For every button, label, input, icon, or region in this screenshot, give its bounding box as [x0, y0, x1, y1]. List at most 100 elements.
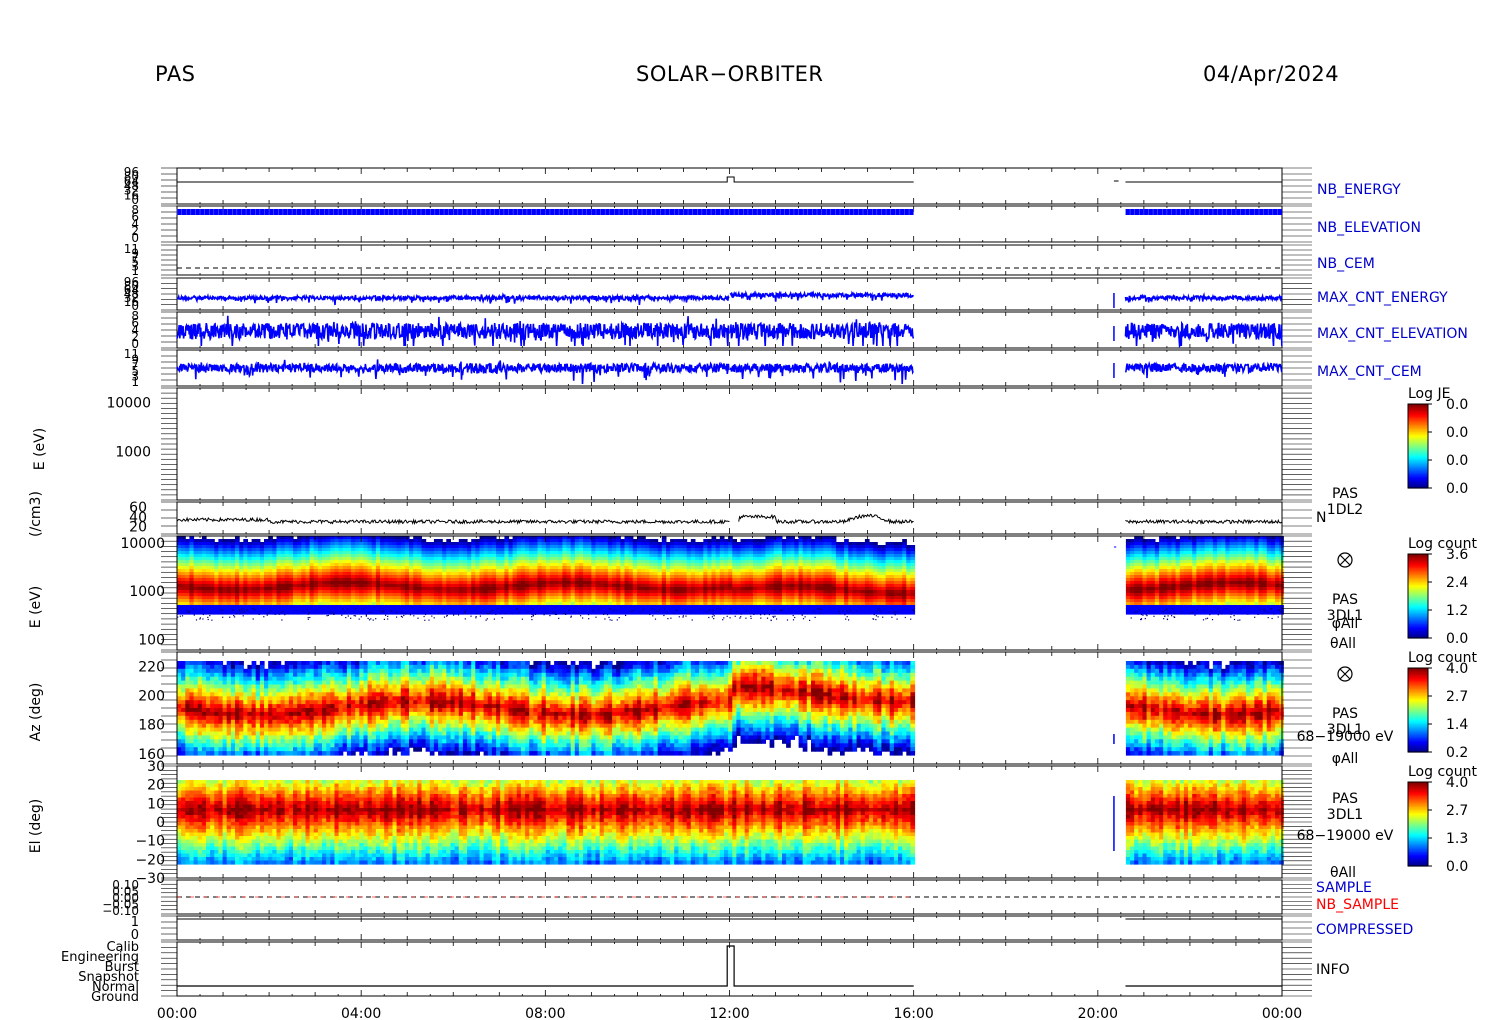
energy-spectrogram-cell: [214, 611, 219, 615]
energy-spectrogram-cells: [177, 536, 1284, 615]
energy-spectrogram-cell: [703, 611, 708, 615]
energy-spectrogram-cell: [355, 611, 360, 615]
max-cnt-cem-trace: [176, 359, 730, 385]
energy-spectrogram-cell: [736, 611, 742, 615]
max-cnt-cem-trace: [1124, 360, 1283, 379]
energy-spectrogram-cell: [612, 611, 617, 615]
density-tick-label: 20: [129, 520, 147, 536]
density-ylabel: (/cm3): [28, 491, 44, 537]
energy-spectrogram-cell: [313, 611, 319, 615]
energy-spectrogram-cell: [346, 611, 352, 615]
energy-spectrogram-cell: [777, 611, 783, 615]
energy-spectrogram-cell: [620, 611, 626, 615]
energy-spectrogram-cell: [201, 611, 207, 615]
max-cnt-cem-tick-label: 1: [131, 375, 139, 389]
energy-spectrogram-cell: [641, 611, 646, 615]
energy-spectrogram-cell: [653, 611, 659, 615]
energy-spectrogram-cell: [247, 611, 253, 615]
energy-spectrogram-cell: [284, 611, 290, 615]
energy-spectrogram-cell: [226, 611, 232, 615]
energy-spectrogram-cell: [707, 611, 713, 615]
energy-spectrogram-cell: [479, 611, 485, 615]
energy-spectrogram-cell: [583, 611, 588, 615]
energy-spectrogram-cell: [297, 611, 302, 615]
energy-spectrogram-cell: [578, 611, 584, 615]
energy-spectrogram-cell: [570, 611, 576, 615]
energy-spectrogram-cell: [645, 611, 650, 615]
energy-spectrogram-cell: [467, 611, 472, 615]
energy-spectrogram-cell: [661, 611, 667, 615]
energy-spectrogram-cell: [446, 611, 451, 615]
energy-spectrogram-cell: [512, 611, 518, 615]
energy-spectrogram-cell: [711, 611, 717, 615]
energy-spectrogram-cell: [674, 611, 679, 615]
energy-spectrogram-cell: [587, 611, 592, 615]
energy-spectrogram-cell: [520, 611, 526, 615]
energy-spectrogram-cell: [678, 611, 684, 615]
energy-spectrogram-cell: [458, 611, 464, 615]
energy-spectrogram-cell: [442, 611, 447, 615]
energy-spectrogram-cell: [595, 611, 601, 615]
energy-spectrogram-cell: [525, 611, 530, 615]
energy-spectrogram-cell: [454, 611, 460, 615]
summary-plot: PAS SOLAR−ORBITER 04/Apr/2024 96 80 64 48 32…: [0, 0, 1512, 1020]
max-cnt-energy-label: MAX_CNT_ENERGY: [1317, 290, 1448, 306]
max-cnt-elevation-trace: [1124, 320, 1283, 349]
energy-spectrogram-cell: [177, 611, 182, 615]
energy-spectrogram-cell: [624, 611, 630, 615]
energy-spectrogram-cell: [744, 611, 750, 615]
energy-spectrogram-cell: [197, 611, 203, 615]
max-cnt-elevation-trace: [729, 319, 915, 347]
max-cnt-energy-trace: [176, 292, 730, 306]
energy-spectrogram-cell: [769, 611, 775, 615]
energy-spectrogram-cell: [695, 611, 700, 615]
energy-spectrogram-cell: [251, 611, 257, 615]
energy-spectrogram-cell: [537, 611, 543, 615]
energy-spectrogram-cell: [699, 611, 704, 615]
energy-spectrogram-cell: [632, 611, 638, 615]
energy-spectrogram-cell: [375, 611, 381, 615]
nb-energy-panel: 9680644832160NB_ENERGY: [124, 165, 1401, 207]
je-panel: [161, 387, 1312, 501]
energy-spectrogram-cell: [181, 611, 186, 615]
energy-spectrogram-cell: [222, 611, 228, 615]
energy-spectrogram-cell: [288, 611, 294, 615]
max-cnt-energy-trace: [1124, 292, 1283, 303]
je-tick-label: 10000: [106, 396, 151, 412]
energy-spectrogram-cell: [591, 611, 597, 615]
energy-spectrogram-cell: [317, 611, 323, 615]
energy-spectrogram-cell: [637, 611, 642, 615]
max-cnt-cem-trace: [729, 361, 914, 385]
energy-spectrogram-cell: [413, 611, 418, 615]
energy-spectrogram-cell: [293, 611, 298, 615]
energy-spectrogram-cell: [334, 611, 340, 615]
density-side-label-2: 1DL2: [1327, 502, 1363, 518]
density-side-label-3: N: [1316, 510, 1326, 526]
nb-energy-label: NB_ENERGY: [1317, 182, 1401, 198]
energy-spectrogram-cell: [566, 611, 572, 615]
density-trace: [1125, 518, 1283, 525]
energy-spectrogram-cell: [719, 611, 725, 615]
max-cnt-elevation-trace: [176, 315, 730, 347]
max-cnt-elevation-label: MAX_CNT_ELEVATION: [1317, 326, 1468, 342]
energy-spectrogram-cell: [616, 611, 621, 615]
nb-cem-label: NB_CEM: [1317, 256, 1375, 272]
energy-spectrogram-panel: [161, 535, 1312, 651]
energy-spectrogram-cell: [541, 611, 547, 615]
energy-spectrogram-cell: [666, 611, 671, 615]
energy-spectrogram-cell: [338, 611, 344, 615]
stacked-panels-chart: 9680644832160NB_ENERGY86420NB_ELEVATION1…: [28, 165, 1477, 1020]
energy-spectrogram-cell: [558, 611, 563, 615]
energy-spectrogram-cell: [628, 611, 634, 615]
density-side-label-1: PAS: [1332, 486, 1358, 502]
energy-spectrogram-cell: [210, 611, 215, 615]
energy-spectrogram-cell: [508, 611, 514, 615]
energy-spectrogram-cell: [259, 611, 265, 615]
energy-spectrogram-cell: [682, 611, 688, 615]
energy-spectrogram-cell: [429, 611, 435, 615]
energy-spectrogram-cell: [773, 611, 779, 615]
density-panel: [161, 501, 1312, 535]
energy-spectrogram-cell: [322, 611, 327, 615]
energy-spectrogram-cell: [351, 611, 356, 615]
energy-spectrogram-cell: [786, 611, 791, 615]
